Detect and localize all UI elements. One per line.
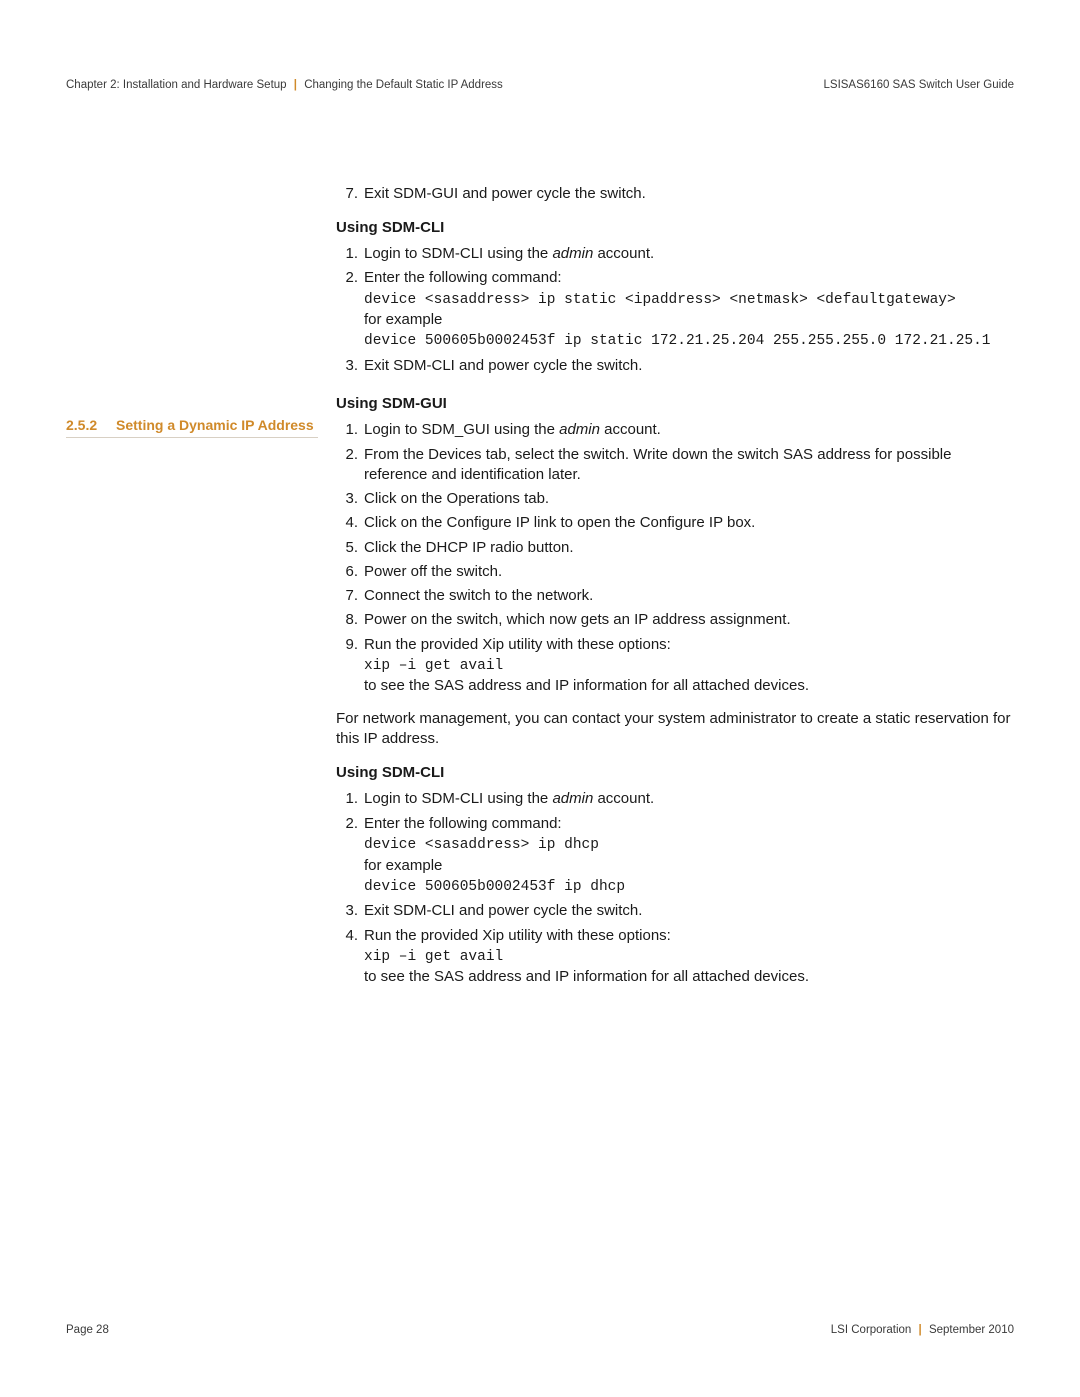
step-text: Exit SDM-CLI and power cycle the switch.	[364, 902, 642, 919]
header-doc-title: LSISAS6160 SAS Switch User Guide	[824, 78, 1015, 94]
step-text: Power off the switch.	[364, 563, 502, 580]
admin-italic: admin	[552, 790, 593, 807]
list-item: Login to SDM-CLI using the admin account…	[336, 789, 1014, 809]
cli-steps-bottom: Login to SDM-CLI using the admin account…	[336, 789, 1014, 987]
list-item: Exit SDM-CLI and power cycle the switch.	[336, 901, 1014, 921]
step-text: for example	[364, 311, 442, 328]
gui-steps: Login to SDM_GUI using the admin account…	[336, 420, 1014, 696]
step-text: to see the SAS address and IP informatio…	[364, 968, 809, 985]
using-sdm-cli-heading-2: Using SDM-CLI	[336, 763, 1014, 783]
footer-date: September 2010	[929, 1324, 1014, 1336]
step-text: Connect the switch to the network.	[364, 587, 593, 604]
step-text: From the Devices tab, select the switch.…	[364, 446, 951, 483]
continuing-steps: Exit SDM-GUI and power cycle the switch.	[336, 184, 1014, 204]
using-sdm-cli-heading: Using SDM-CLI	[336, 218, 1014, 238]
list-item: Run the provided Xip utility with these …	[336, 635, 1014, 697]
step-text: Click on the Operations tab.	[364, 490, 549, 507]
step-text: Enter the following command:	[364, 815, 562, 832]
list-item: Click the DHCP IP radio button.	[336, 538, 1014, 558]
page-footer: Page 28 LSI Corporation | September 2010	[66, 1323, 1014, 1339]
footer-right: LSI Corporation | September 2010	[831, 1323, 1014, 1339]
header-left: Chapter 2: Installation and Hardware Set…	[66, 78, 503, 94]
list-item: Login to SDM_GUI using the admin account…	[336, 420, 1014, 440]
footer-page-number: Page 28	[66, 1323, 109, 1339]
page-header: Chapter 2: Installation and Hardware Set…	[66, 78, 1014, 94]
command-text: device <sasaddress> ip dhcp	[364, 837, 599, 853]
step-text: for example	[364, 857, 442, 874]
admin-italic: admin	[559, 421, 600, 438]
list-item: Exit SDM-GUI and power cycle the switch.	[336, 184, 1014, 204]
step-text: Power on the switch, which now gets an I…	[364, 611, 791, 628]
list-item: Connect the switch to the network.	[336, 586, 1014, 606]
step-text-part: Login to SDM-CLI using the	[364, 790, 552, 807]
step-text: Click on the Configure IP link to open t…	[364, 514, 755, 531]
list-item: Login to SDM-CLI using the admin account…	[336, 244, 1014, 264]
command-text: device <sasaddress> ip static <ipaddress…	[364, 292, 956, 308]
list-item: Enter the following command: device <sas…	[336, 268, 1014, 352]
step-text: to see the SAS address and IP informatio…	[364, 677, 809, 694]
step-text: Exit SDM-GUI and power cycle the switch.	[364, 185, 646, 202]
list-item: Enter the following command: device <sas…	[336, 814, 1014, 898]
list-item: Power off the switch.	[336, 562, 1014, 582]
sidebar-column: 2.5.2 Setting a Dynamic IP Address	[66, 184, 336, 992]
list-item: From the Devices tab, select the switch.…	[336, 445, 1014, 486]
command-text: device 500605b0002453f ip static 172.21.…	[364, 333, 991, 349]
list-item: Click on the Operations tab.	[336, 489, 1014, 509]
command-text: xip –i get avail	[364, 949, 503, 965]
section-title: Setting a Dynamic IP Address	[116, 416, 314, 435]
note-paragraph: For network management, you can contact …	[336, 709, 1014, 750]
step-text-part: account.	[600, 421, 661, 438]
header-section: Changing the Default Static IP Address	[304, 79, 503, 91]
header-separator-icon: |	[290, 79, 301, 91]
step-text-part: account.	[593, 245, 654, 262]
command-text: device 500605b0002453f ip dhcp	[364, 879, 625, 895]
list-item: Power on the switch, which now gets an I…	[336, 610, 1014, 630]
command-text: xip –i get avail	[364, 658, 503, 674]
step-text-part: Login to SDM-CLI using the	[364, 245, 552, 262]
step-text: Run the provided Xip utility with these …	[364, 927, 671, 944]
step-text-part: Login to SDM_GUI using the	[364, 421, 559, 438]
admin-italic: admin	[552, 245, 593, 262]
step-text: Run the provided Xip utility with these …	[364, 636, 671, 653]
header-chapter: Chapter 2: Installation and Hardware Set…	[66, 79, 287, 91]
step-text: Enter the following command:	[364, 269, 562, 286]
section-heading: 2.5.2 Setting a Dynamic IP Address	[66, 416, 318, 439]
step-text: Click the DHCP IP radio button.	[364, 539, 574, 556]
list-item: Click on the Configure IP link to open t…	[336, 513, 1014, 533]
list-item: Exit SDM-CLI and power cycle the switch.	[336, 356, 1014, 376]
footer-company: LSI Corporation	[831, 1324, 912, 1336]
step-text: Exit SDM-CLI and power cycle the switch.	[364, 357, 642, 374]
list-item: Run the provided Xip utility with these …	[336, 926, 1014, 988]
main-column: Exit SDM-GUI and power cycle the switch.…	[336, 184, 1014, 992]
section-number: 2.5.2	[66, 416, 116, 435]
footer-separator-icon: |	[915, 1324, 926, 1336]
using-sdm-gui-heading: Using SDM-GUI	[336, 394, 1014, 414]
cli-steps-top: Login to SDM-CLI using the admin account…	[336, 244, 1014, 376]
step-text-part: account.	[593, 790, 654, 807]
